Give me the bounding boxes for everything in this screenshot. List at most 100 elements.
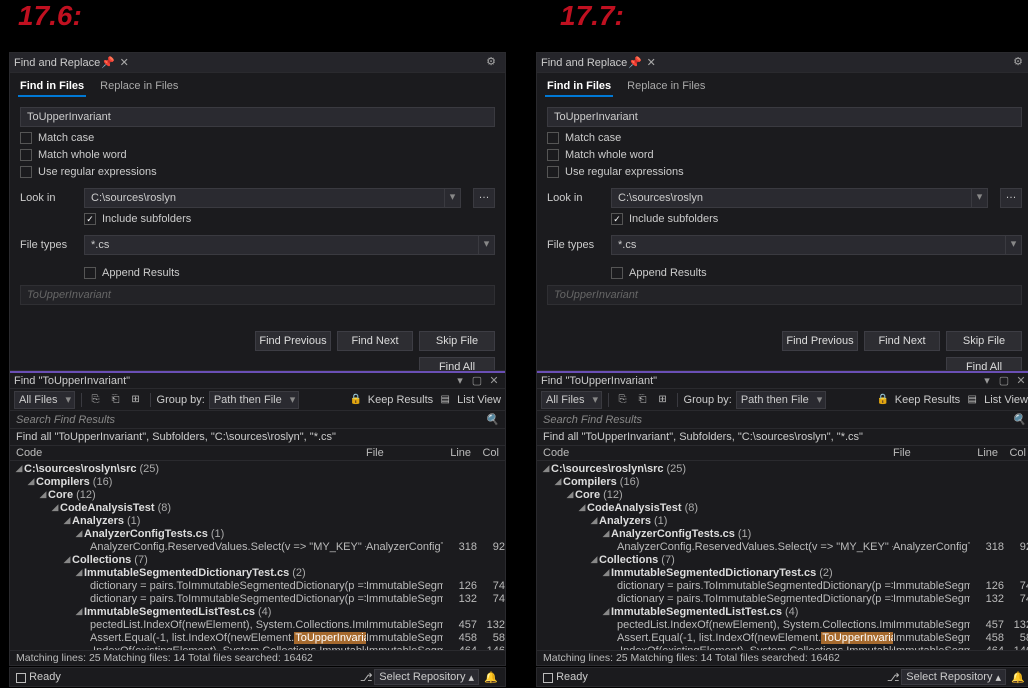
gear-icon[interactable]: ⚙ xyxy=(483,55,499,68)
lock-icon[interactable]: 🔒 xyxy=(875,392,891,408)
close-icon[interactable]: ✕ xyxy=(1014,374,1028,387)
skip-file-button[interactable]: Skip File xyxy=(946,331,1022,351)
disabled-input: ToUpperInvariant xyxy=(547,285,1022,305)
status-icon xyxy=(543,673,553,683)
tab-find-in-files[interactable]: Find in Files xyxy=(18,77,86,97)
lookin-input[interactable] xyxy=(611,188,972,208)
close-icon[interactable]: ✕ xyxy=(116,56,132,69)
filetypes-input[interactable] xyxy=(84,235,479,255)
col-header-file[interactable]: File xyxy=(366,447,437,459)
checkbox-include-subfolders[interactable] xyxy=(84,213,96,225)
find-previous-button[interactable]: Find Previous xyxy=(255,331,331,351)
find-next-button[interactable]: Find Next xyxy=(864,331,940,351)
search-input[interactable] xyxy=(20,107,495,127)
maximize-icon[interactable]: ▢ xyxy=(997,374,1011,387)
source-control-icon[interactable]: ⎇ xyxy=(885,671,901,684)
version-label-176: 17.6: xyxy=(18,0,82,32)
checkbox-match-case[interactable] xyxy=(547,132,559,144)
find-replace-panel-right: Find and Replace 📌 ✕ ⚙ Find in Files Rep… xyxy=(536,52,1028,388)
groupby-combo[interactable]: Path then File▾ xyxy=(736,391,826,409)
source-control-icon[interactable]: ⎇ xyxy=(358,671,374,684)
lookin-browse-button[interactable]: … xyxy=(473,188,495,208)
filetypes-input[interactable] xyxy=(611,235,1006,255)
checkbox-match-whole-word[interactable] xyxy=(20,149,32,161)
toolbar-icon[interactable]: ⎘ xyxy=(615,392,631,408)
lookin-input[interactable] xyxy=(84,188,445,208)
notifications-icon[interactable]: 🔔 xyxy=(483,671,499,684)
toolbar-icon[interactable]: ⎘ xyxy=(88,392,104,408)
search-icon[interactable]: 🔍 xyxy=(1012,413,1026,426)
results-summary: Find all "ToUpperInvariant", Subfolders,… xyxy=(10,429,505,446)
results-summary: Find all "ToUpperInvariant", Subfolders,… xyxy=(537,429,1028,446)
notifications-icon[interactable]: 🔔 xyxy=(1010,671,1026,684)
groupby-label: Group by: xyxy=(157,394,205,406)
col-header-code[interactable]: Code xyxy=(16,447,366,459)
find-next-button[interactable]: Find Next xyxy=(337,331,413,351)
include-subfolders-label: Include subfolders xyxy=(102,213,191,225)
gear-icon[interactable]: ⚙ xyxy=(1010,55,1026,68)
filetypes-dropdown-icon[interactable]: ▾ xyxy=(479,235,495,255)
checkbox-regex[interactable] xyxy=(20,166,32,178)
window-dropdown-icon[interactable]: ▾ xyxy=(453,374,467,387)
filetypes-label: File types xyxy=(20,239,76,251)
pin-icon[interactable]: 📌 xyxy=(627,56,643,69)
find-previous-button[interactable]: Find Previous xyxy=(782,331,858,351)
filetypes-dropdown-icon[interactable]: ▾ xyxy=(1006,235,1022,255)
groupby-combo[interactable]: Path then File▾ xyxy=(209,391,299,409)
status-bar-left: Ready ⎇ Select Repository▴ 🔔 xyxy=(9,667,506,687)
toolbar-icon[interactable]: ⊞ xyxy=(655,392,671,408)
checkbox-match-case[interactable] xyxy=(20,132,32,144)
toolbar-icon[interactable]: ⎗ xyxy=(635,392,651,408)
search-results-placeholder[interactable]: Search Find Results xyxy=(543,414,642,426)
lock-icon[interactable]: 🔒 xyxy=(348,392,364,408)
select-repository-combo[interactable]: Select Repository▴ xyxy=(374,669,479,685)
status-ready: Ready xyxy=(29,671,61,683)
lookin-dropdown-icon[interactable]: ▾ xyxy=(972,188,988,208)
lookin-browse-button[interactable]: … xyxy=(1000,188,1022,208)
close-icon[interactable]: ✕ xyxy=(643,56,659,69)
search-icon[interactable]: 🔍 xyxy=(485,413,499,426)
results-tree[interactable]: ◢C:\sources\roslyn\src(25) ◢Compilers(16… xyxy=(10,461,505,650)
matching-summary: Matching lines: 25 Matching files: 14 To… xyxy=(537,650,1028,665)
results-tree[interactable]: ◢C:\sources\roslyn\src(25) ◢Compilers(16… xyxy=(537,461,1028,650)
panel-title: Find and Replace xyxy=(541,57,627,69)
toolbar-icon[interactable]: ⎗ xyxy=(108,392,124,408)
status-bar-right: Ready ⎇ Select Repository▴ 🔔 xyxy=(536,667,1028,687)
version-label-177: 17.7: xyxy=(560,0,624,32)
search-input[interactable] xyxy=(547,107,1022,127)
keep-results-label: Keep Results xyxy=(368,394,433,406)
col-header-col[interactable]: Col xyxy=(471,447,499,459)
match-whole-label: Match whole word xyxy=(38,149,127,161)
match-case-label: Match case xyxy=(38,132,94,144)
tab-replace-in-files[interactable]: Replace in Files xyxy=(98,77,180,97)
maximize-icon[interactable]: ▢ xyxy=(470,374,484,387)
checkbox-match-whole-word[interactable] xyxy=(547,149,559,161)
pin-icon[interactable]: 📌 xyxy=(100,56,116,69)
regex-label: Use regular expressions xyxy=(38,166,157,178)
status-icon xyxy=(16,673,26,683)
checkbox-regex[interactable] xyxy=(547,166,559,178)
tab-replace-in-files[interactable]: Replace in Files xyxy=(625,77,707,97)
lookin-dropdown-icon[interactable]: ▾ xyxy=(445,188,461,208)
checkbox-append-results[interactable] xyxy=(84,267,96,279)
find-replace-panel-left: Find and Replace 📌 ✕ ⚙ Find in Files Rep… xyxy=(9,52,506,388)
select-repository-combo[interactable]: Select Repository▴ xyxy=(901,669,1006,685)
matching-summary: Matching lines: 25 Matching files: 14 To… xyxy=(10,650,505,665)
search-results-placeholder[interactable]: Search Find Results xyxy=(16,414,115,426)
toolbar-icon[interactable]: ⊞ xyxy=(128,392,144,408)
tab-find-in-files[interactable]: Find in Files xyxy=(545,77,613,97)
checkbox-include-subfolders[interactable] xyxy=(611,213,623,225)
filter-combo[interactable]: All Files▾ xyxy=(541,391,602,409)
results-title: Find "ToUpperInvariant" xyxy=(541,375,657,387)
checkbox-append-results[interactable] xyxy=(611,267,623,279)
list-view-icon[interactable]: ▤ xyxy=(964,392,980,408)
results-title: Find "ToUpperInvariant" xyxy=(14,375,130,387)
col-header-line[interactable]: Line xyxy=(437,447,471,459)
skip-file-button[interactable]: Skip File xyxy=(419,331,495,351)
close-icon[interactable]: ✕ xyxy=(487,374,501,387)
window-dropdown-icon[interactable]: ▾ xyxy=(980,374,994,387)
find-results-panel-right: Find "ToUpperInvariant" ▾ ▢ ✕ All Files▾… xyxy=(536,370,1028,666)
list-view-icon[interactable]: ▤ xyxy=(437,392,453,408)
filter-combo[interactable]: All Files▾ xyxy=(14,391,75,409)
lookin-label: Look in xyxy=(20,192,76,204)
